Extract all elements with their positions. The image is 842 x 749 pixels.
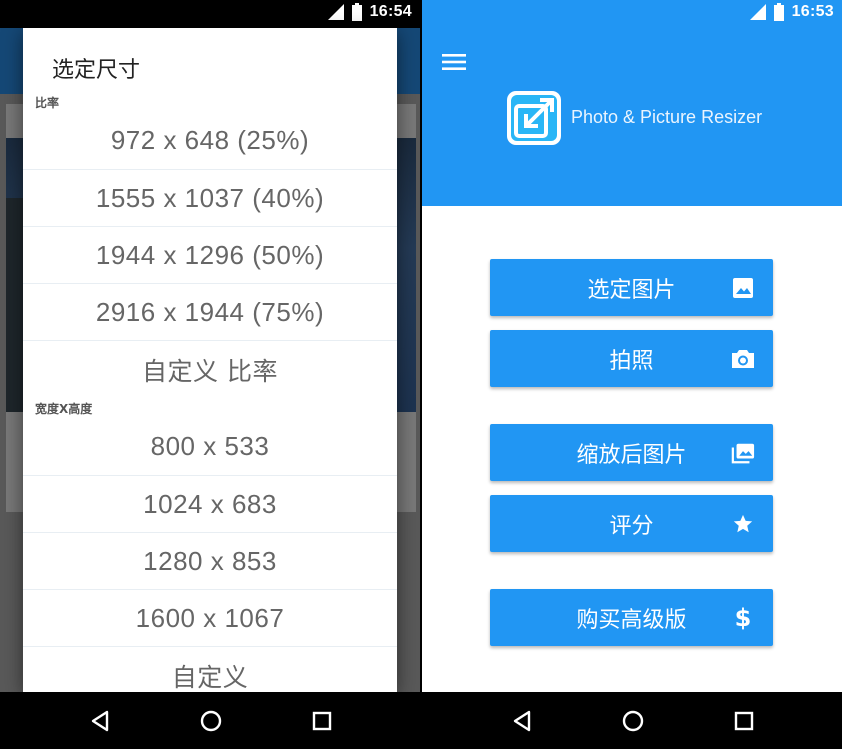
take-photo-label: 拍照	[609, 348, 654, 374]
recents-square-icon[interactable]	[312, 711, 332, 731]
battery-icon	[351, 3, 362, 21]
back-triangle-icon[interactable]	[89, 710, 111, 732]
hamburger-menu-icon[interactable]	[442, 52, 468, 72]
right-screen: Photo & Picture Resizer 16:53 选定图片 拍照 缩放…	[422, 0, 842, 749]
rate-button[interactable]: 评分	[490, 495, 773, 552]
size-option-1024[interactable]: 1024 x 683	[23, 475, 397, 533]
back-triangle-icon[interactable]	[511, 710, 533, 732]
battery-icon	[773, 3, 784, 21]
ratio-option-50[interactable]: 1944 x 1296 (50%)	[23, 226, 397, 284]
rate-label: 评分	[609, 513, 654, 539]
star-icon	[731, 512, 755, 536]
resized-pictures-label: 缩放后图片	[576, 442, 687, 468]
status-bar: 16:54	[0, 0, 420, 28]
app-header: Photo & Picture Resizer	[422, 0, 842, 206]
nav-bar	[422, 692, 842, 749]
select-size-dialog: 选定尺寸 比率 972 x 648 (25%) 1555 x 1037 (40%…	[23, 28, 397, 692]
size-option-800[interactable]: 800 x 533	[23, 418, 397, 475]
section-ratio-label: 比率	[35, 96, 60, 110]
home-circle-icon[interactable]	[199, 709, 223, 733]
ratio-option-custom[interactable]: 自定义 比率	[23, 340, 397, 398]
size-option-1280[interactable]: 1280 x 853	[23, 532, 397, 590]
size-option-custom[interactable]: 自定义	[23, 646, 397, 692]
image-icon	[731, 276, 755, 300]
nav-bar	[0, 692, 420, 749]
home-circle-icon[interactable]	[621, 709, 645, 733]
status-time: 16:54	[369, 3, 412, 20]
dollar-icon: $	[734, 603, 752, 632]
select-picture-label: 选定图片	[587, 277, 676, 303]
app-title: Photo & Picture Resizer	[571, 107, 763, 127]
status-bar: 16:53	[422, 0, 842, 28]
signal-icon	[749, 4, 766, 20]
buy-premium-label: 购买高级版	[576, 607, 687, 633]
left-screen: 16:54 选定尺寸 比率 972 x 648 (25%) 1555 x 103…	[0, 0, 420, 749]
size-option-1600[interactable]: 1600 x 1067	[23, 589, 397, 647]
camera-icon	[731, 347, 755, 371]
take-photo-button[interactable]: 拍照	[490, 330, 773, 387]
ratio-option-25[interactable]: 972 x 648 (25%)	[23, 112, 397, 169]
ratio-option-40[interactable]: 1555 x 1037 (40%)	[23, 169, 397, 227]
photo-library-icon	[731, 441, 755, 465]
dialog-title: 选定尺寸	[52, 58, 141, 83]
resized-pictures-button[interactable]: 缩放后图片	[490, 424, 773, 481]
signal-icon	[327, 4, 344, 20]
section-size-label: 宽度X高度	[35, 402, 93, 416]
select-picture-button[interactable]: 选定图片	[490, 259, 773, 316]
ratio-option-75[interactable]: 2916 x 1944 (75%)	[23, 283, 397, 341]
buy-premium-button[interactable]: 购买高级版 $	[490, 589, 773, 646]
resize-logo-icon	[507, 91, 561, 145]
status-time: 16:53	[791, 3, 834, 20]
recents-square-icon[interactable]	[734, 711, 754, 731]
